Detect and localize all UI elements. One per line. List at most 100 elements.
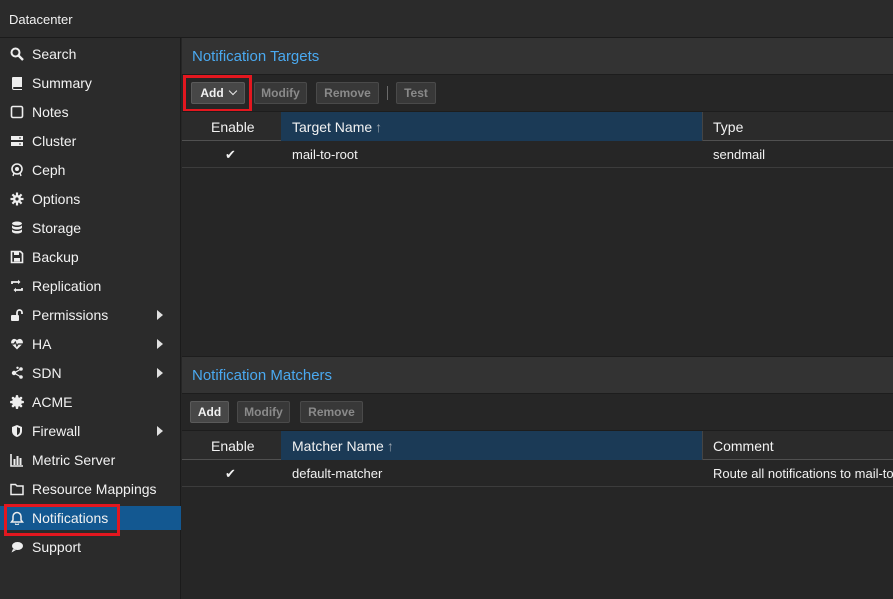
sidebar-item-metric-server[interactable]: Metric Server — [0, 448, 181, 472]
column-header-target-name[interactable]: Target Name ↑ — [281, 112, 702, 141]
column-header-type[interactable]: Type — [702, 112, 893, 141]
targets-toolbar: Add Modify Remove Test — [182, 75, 893, 111]
sidebar-item-label: Backup — [32, 249, 79, 265]
targets-remove-button[interactable]: Remove — [316, 82, 379, 104]
matchers-panel-title: Notification Matchers — [192, 367, 333, 384]
table-row[interactable]: ✔ mail-to-root sendmail — [182, 142, 893, 168]
sidebar-item-label: Replication — [32, 278, 102, 294]
matcher-comment-cell: Route all notifications to mail-to — [713, 466, 893, 481]
sidebar-item-options[interactable]: Options — [0, 187, 181, 211]
unlock-icon — [9, 307, 25, 323]
sidebar-item-resource-mappings[interactable]: Resource Mappings — [0, 477, 181, 501]
remove-button-label: Remove — [308, 405, 355, 419]
gear-icon — [9, 191, 25, 207]
matchers-remove-button[interactable]: Remove — [300, 401, 363, 423]
targets-modify-button[interactable]: Modify — [254, 82, 307, 104]
targets-grid-header: Enable Target Name ↑ Type — [182, 111, 893, 141]
test-button-label: Test — [404, 86, 428, 100]
sidebar-item-notifications[interactable]: Notifications — [0, 506, 181, 530]
target-name-cell: mail-to-root — [292, 147, 358, 162]
add-button-label: Add — [200, 86, 224, 100]
sidebar-item-label: Storage — [32, 220, 82, 236]
server-icon — [9, 133, 25, 149]
expand-arrow-icon[interactable] — [157, 310, 163, 320]
column-header-enable[interactable]: Enable — [182, 431, 281, 460]
sidebar-item-firewall[interactable]: Firewall — [0, 419, 181, 443]
expand-arrow-icon[interactable] — [157, 339, 163, 349]
sidebar-item-label: Ceph — [32, 162, 66, 178]
datacenter-title: Datacenter — [9, 12, 73, 27]
sidebar-item-summary[interactable]: Summary — [0, 71, 181, 95]
targets-add-button[interactable]: Add — [191, 82, 245, 104]
sidebar-item-label: HA — [32, 336, 52, 352]
matchers-grid-header: Enable Matcher Name ↑ Comment — [182, 430, 893, 460]
database-icon — [9, 220, 25, 236]
column-header-comment[interactable]: Comment — [702, 431, 893, 460]
sidebar-item-label: SDN — [32, 365, 62, 381]
sidebar-item-label: Notifications — [32, 510, 109, 526]
column-title: Matcher Name — [292, 438, 384, 454]
sidebar-item-label: Resource Mappings — [32, 481, 157, 497]
sidebar-item-label: Search — [32, 46, 77, 62]
matchers-modify-button[interactable]: Modify — [237, 401, 290, 423]
sidebar-item-label: Cluster — [32, 133, 77, 149]
sidebar-item-label: Permissions — [32, 307, 109, 323]
chevron-down-icon — [228, 86, 237, 96]
floppy-icon — [9, 249, 25, 265]
ceph-icon — [9, 162, 25, 178]
sidebar-item-cluster[interactable]: Cluster — [0, 129, 181, 153]
book-icon — [9, 75, 25, 91]
sdn-icon — [9, 365, 25, 381]
sidebar-item-replication[interactable]: Replication — [0, 274, 181, 298]
sidebar-item-label: Summary — [32, 75, 92, 91]
sidebar: Search Summary Notes Cluster Ceph Option… — [0, 38, 181, 599]
search-icon — [9, 46, 25, 62]
certificate-icon — [9, 394, 25, 410]
top-bar: Datacenter — [0, 0, 893, 38]
bell-icon — [9, 510, 25, 526]
bar-chart-icon — [9, 452, 25, 468]
add-button-label: Add — [197, 405, 222, 419]
retweet-icon — [9, 278, 25, 294]
targets-panel-header: Notification Targets — [182, 38, 893, 75]
sort-ascending-icon: ↑ — [386, 438, 394, 454]
sidebar-item-ceph[interactable]: Ceph — [0, 158, 181, 182]
sidebar-item-label: Options — [32, 191, 81, 207]
sidebar-item-permissions[interactable]: Permissions — [0, 303, 181, 327]
sidebar-item-notes[interactable]: Notes — [0, 100, 181, 124]
sidebar-item-search[interactable]: Search — [0, 42, 181, 66]
matchers-panel-header: Notification Matchers — [182, 357, 893, 394]
modify-button-label: Modify — [244, 405, 283, 419]
targets-test-button[interactable]: Test — [396, 82, 436, 104]
target-type-cell: sendmail — [713, 147, 766, 162]
column-header-matcher-name[interactable]: Matcher Name ↑ — [281, 431, 702, 460]
expand-arrow-icon[interactable] — [157, 426, 163, 436]
sidebar-item-label: Metric Server — [32, 452, 116, 468]
enabled-check-icon: ✔ — [225, 466, 236, 481]
table-row[interactable]: ✔ default-matcher Route all notification… — [182, 461, 893, 487]
sidebar-item-storage[interactable]: Storage — [0, 216, 181, 240]
sidebar-item-ha[interactable]: HA — [0, 332, 181, 356]
shield-icon — [9, 423, 25, 439]
matchers-toolbar: Add Modify Remove — [182, 394, 893, 430]
matcher-name-cell: default-matcher — [292, 466, 383, 481]
sidebar-item-support[interactable]: Support — [0, 535, 181, 559]
column-header-enable[interactable]: Enable — [182, 112, 281, 141]
sidebar-item-sdn[interactable]: SDN — [0, 361, 181, 385]
sidebar-item-label: ACME — [32, 394, 73, 410]
modify-button-label: Modify — [261, 86, 300, 100]
sort-ascending-icon: ↑ — [375, 119, 383, 135]
sidebar-item-backup[interactable]: Backup — [0, 245, 181, 269]
support-icon — [9, 539, 25, 555]
targets-panel-title: Notification Targets — [192, 48, 320, 65]
sidebar-item-acme[interactable]: ACME — [0, 390, 181, 414]
remove-button-label: Remove — [324, 86, 371, 100]
heartbeat-icon — [9, 336, 25, 352]
toolbar-separator — [387, 86, 388, 100]
sidebar-item-label: Firewall — [32, 423, 81, 439]
matchers-add-button[interactable]: Add — [190, 401, 229, 423]
folder-icon — [9, 481, 25, 497]
sidebar-item-label: Notes — [32, 104, 69, 120]
enabled-check-icon: ✔ — [225, 147, 236, 162]
expand-arrow-icon[interactable] — [157, 368, 163, 378]
